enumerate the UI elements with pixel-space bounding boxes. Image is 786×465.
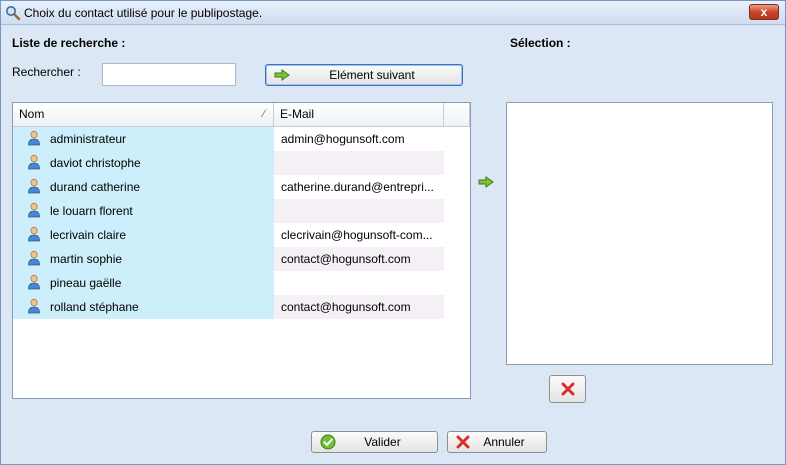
search-input[interactable]: [102, 63, 236, 86]
dialog-window: Choix du contact utilisé pour le publipo…: [0, 0, 786, 465]
cell-nom: martin sophie: [13, 247, 274, 271]
green-check-icon: [320, 434, 336, 450]
window-title: Choix du contact utilisé pour le publipo…: [24, 6, 263, 20]
next-element-label: Elément suivant: [329, 68, 415, 82]
cell-nom: daviot christophe: [13, 151, 274, 175]
column-header-email[interactable]: E-Mail: [274, 103, 444, 127]
cell-nom: pineau gaëlle: [13, 271, 274, 295]
remove-selection-button[interactable]: [549, 375, 586, 403]
selection-list[interactable]: [506, 102, 773, 365]
cell-email: [274, 151, 444, 175]
grid-header: Nom ⁄ E-Mail: [13, 103, 470, 127]
cell-email: [274, 199, 444, 223]
table-row[interactable]: daviot christophe: [13, 151, 470, 175]
cell-nom: rolland stéphane: [13, 295, 274, 319]
user-icon: [28, 274, 40, 290]
cell-nom: le louarn florent: [13, 199, 274, 223]
user-icon: [28, 178, 40, 194]
column-header-nom[interactable]: Nom ⁄: [13, 103, 274, 127]
cell-nom: lecrivain claire: [13, 223, 274, 247]
sort-indicator-icon: ⁄: [263, 108, 265, 120]
cell-nom: durand catherine: [13, 175, 274, 199]
title-bar[interactable]: Choix du contact utilisé pour le publipo…: [1, 1, 785, 25]
table-row[interactable]: le louarn florent: [13, 199, 470, 223]
red-cross-icon: [561, 382, 574, 396]
green-arrow-icon: [274, 69, 290, 81]
red-cross-icon: [456, 435, 470, 449]
table-row[interactable]: martin sophie contact@hogunsoft.com: [13, 247, 470, 271]
cancel-button[interactable]: Annuler: [447, 431, 547, 453]
cell-email: contact@hogunsoft.com: [274, 247, 444, 271]
cancel-label: Annuler: [483, 435, 525, 449]
validate-label: Valider: [364, 435, 401, 449]
cell-email: clecrivain@hogunsoft-com...: [281, 228, 433, 242]
close-button[interactable]: x: [749, 4, 779, 20]
user-icon: [28, 154, 40, 170]
user-icon: [28, 250, 40, 266]
table-row[interactable]: rolland stéphane contact@hogunsoft.com: [13, 295, 470, 319]
table-row[interactable]: lecrivain claire clecrivain@hogunsoft-co…: [13, 223, 470, 247]
search-contact-icon: [6, 6, 21, 21]
cell-email: catherine.durand@entrepri...: [281, 180, 434, 194]
validate-button[interactable]: Valider: [311, 431, 438, 453]
cell-email: [274, 271, 444, 295]
table-row[interactable]: pineau gaëlle: [13, 271, 470, 295]
close-icon: x: [760, 5, 768, 19]
add-to-selection-icon[interactable]: [478, 176, 494, 188]
selection-label: Sélection :: [510, 36, 571, 50]
cell-email: admin@hogunsoft.com: [281, 132, 405, 146]
next-element-button[interactable]: Elément suivant: [265, 64, 463, 86]
user-icon: [28, 226, 40, 242]
cell-email: contact@hogunsoft.com: [274, 295, 444, 319]
table-row[interactable]: administrateur admin@hogunsoft.com: [13, 127, 470, 151]
table-row[interactable]: durand catherine catherine.durand@entrep…: [13, 175, 470, 199]
user-icon: [28, 130, 40, 146]
user-icon: [28, 298, 40, 314]
column-header-spare: [444, 103, 470, 127]
search-label: Rechercher :: [12, 65, 81, 79]
contact-grid[interactable]: Nom ⁄ E-Mail administrateur admin@hoguns…: [12, 102, 471, 399]
cell-nom: administrateur: [13, 127, 274, 151]
user-icon: [28, 202, 40, 218]
search-list-label: Liste de recherche :: [12, 36, 126, 50]
